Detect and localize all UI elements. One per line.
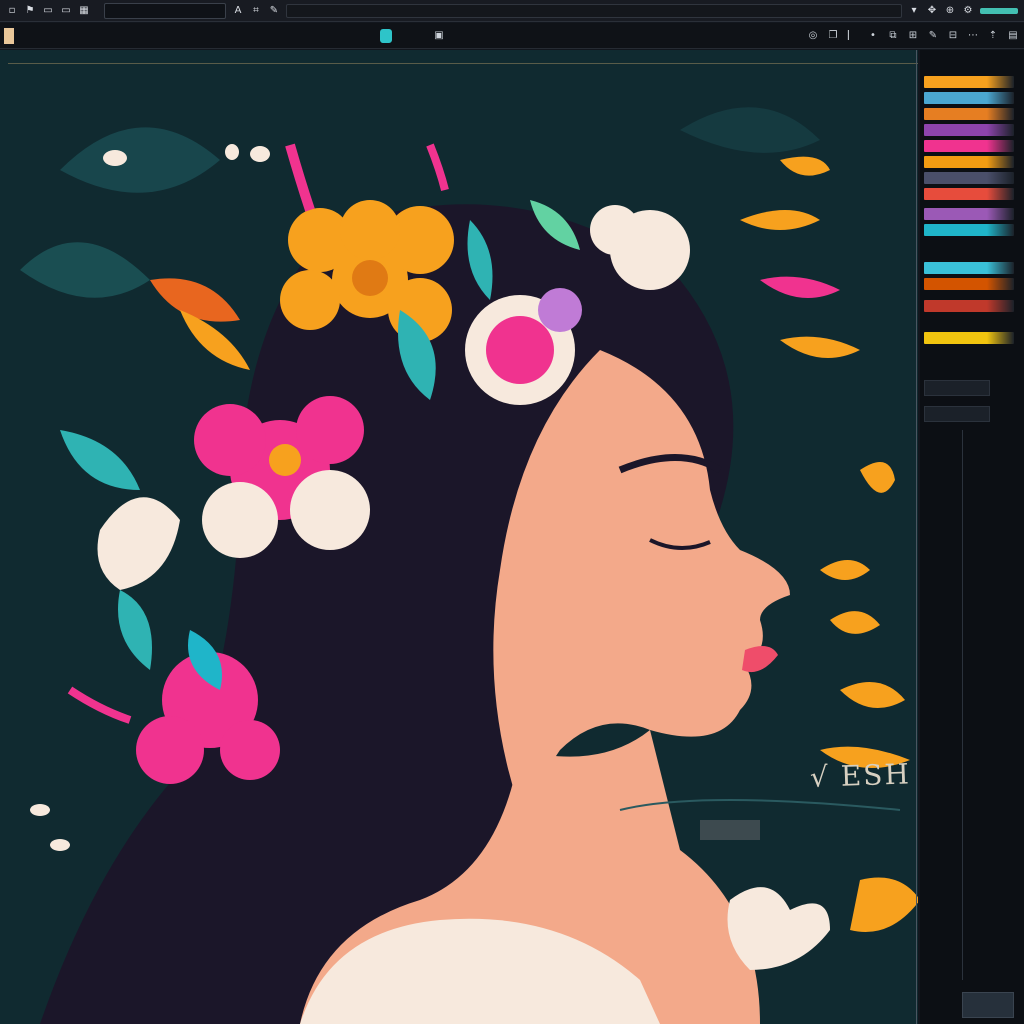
cursor-icon[interactable]: ⎸ xyxy=(846,29,860,43)
lasso-icon[interactable]: ◎ xyxy=(806,29,820,43)
layer-item[interactable] xyxy=(924,188,1014,200)
flag-icon[interactable]: ⚑ xyxy=(24,5,36,17)
layer-item[interactable] xyxy=(924,108,1014,120)
layer-item[interactable] xyxy=(924,140,1014,152)
crop-icon[interactable]: ⌗ xyxy=(250,5,262,17)
layer-item[interactable] xyxy=(924,224,1014,236)
layer-item[interactable] xyxy=(924,300,1014,312)
brush-preset-icon[interactable] xyxy=(380,28,392,43)
menu-bar: ▫ ⚑ ▭ ▭ ▦ A ⌗ ✎ ▾ ✥ ⊕ ⚙ xyxy=(0,0,1024,22)
move-icon[interactable]: ✥ xyxy=(926,5,938,17)
layers-icon[interactable]: ▤ xyxy=(1006,29,1020,43)
lock-icon[interactable]: ▣ xyxy=(432,29,446,43)
layer-item[interactable] xyxy=(924,208,1014,220)
layer-item[interactable] xyxy=(924,172,1014,184)
zoom-icon[interactable]: ⊕ xyxy=(944,5,956,17)
canvas-guide-top xyxy=(8,63,918,64)
more-icon[interactable]: ⋯ xyxy=(966,29,980,43)
copy-icon[interactable]: ❐ xyxy=(826,29,840,43)
settings-icon[interactable]: ⚙ xyxy=(962,5,974,17)
ruler-bar[interactable] xyxy=(286,3,902,18)
mirror-icon[interactable]: ⧉ xyxy=(886,29,900,43)
document-thumbnail[interactable] xyxy=(4,27,14,44)
layer-item-small[interactable] xyxy=(924,380,990,396)
layer-item[interactable] xyxy=(924,92,1014,104)
layer-item[interactable] xyxy=(924,76,1014,88)
address-field[interactable] xyxy=(104,2,226,19)
page-icon[interactable]: ▭ xyxy=(60,5,72,17)
dropdown-icon[interactable]: ▾ xyxy=(908,5,920,17)
accent-indicator xyxy=(980,7,1018,14)
transform-icon[interactable]: ⊞ xyxy=(906,29,920,43)
toolbar-center-group: ▣ xyxy=(380,28,446,43)
navigator-thumbnail[interactable] xyxy=(962,992,1014,1018)
text-icon[interactable]: A xyxy=(232,5,244,17)
layer-item[interactable] xyxy=(924,262,1014,274)
layer-item[interactable] xyxy=(924,332,1014,344)
tool-options-bar: ▣ ◎ ❐ ⎸ • ⧉ ⊞ ✎ ⊟ ⋯ ⇡ ▤ xyxy=(0,23,1024,49)
canvas-guide-right xyxy=(916,50,917,1024)
page-icon[interactable]: ▭ xyxy=(42,5,54,17)
layer-item[interactable] xyxy=(924,278,1014,290)
artwork xyxy=(0,50,918,1024)
nudge-icon[interactable]: ⇡ xyxy=(986,29,1000,43)
layer-item[interactable] xyxy=(924,124,1014,136)
layer-item[interactable] xyxy=(924,156,1014,168)
square-icon[interactable]: ▫ xyxy=(6,5,18,17)
grid-icon[interactable]: ▦ xyxy=(78,5,90,17)
drawing-canvas[interactable] xyxy=(0,50,918,1024)
pen-icon[interactable]: ✎ xyxy=(926,29,940,43)
layers-scrollbar[interactable] xyxy=(962,430,969,980)
layer-item-small[interactable] xyxy=(924,406,990,422)
brush-icon[interactable]: ✎ xyxy=(268,5,280,17)
dot-icon[interactable]: • xyxy=(866,29,880,43)
align-icon[interactable]: ⊟ xyxy=(946,29,960,43)
